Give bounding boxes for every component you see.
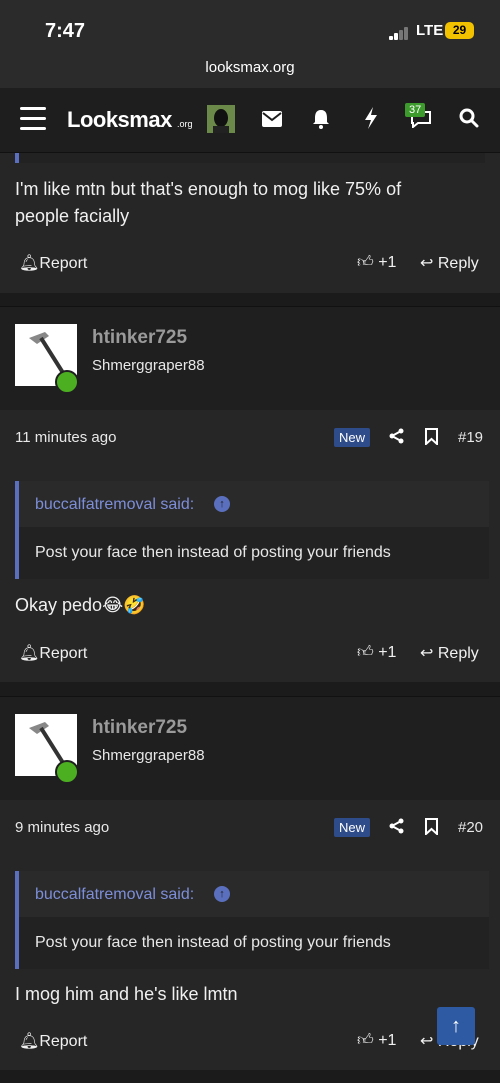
share-icon[interactable] — [389, 818, 405, 839]
site-logo-suffix: .org — [177, 119, 193, 129]
arrow-up-icon[interactable]: ↑ — [214, 496, 230, 512]
reply-button[interactable]: ↩ Reply — [420, 643, 479, 663]
bookmark-icon[interactable] — [425, 428, 438, 450]
hamburger-icon[interactable] — [20, 107, 46, 131]
notifications-badge: 37 — [405, 103, 426, 117]
quote-author[interactable]: buccalfatremoval said: — [35, 496, 194, 514]
scroll-top-icon[interactable]: ↑ — [437, 1007, 475, 1045]
site-logo[interactable]: Looksmax — [67, 107, 172, 133]
post-message: Okay pedo😂🤣 — [15, 592, 146, 619]
report-button[interactable]: 🔔︎Report — [19, 1031, 87, 1051]
bell-icon: 🔔︎ — [19, 645, 40, 662]
network-label: LTE — [416, 22, 444, 39]
thumbs-up-icon: 👍︎ — [357, 1032, 374, 1049]
arrow-up-icon[interactable]: ↑ — [214, 886, 230, 902]
quote-text: Post your face then instead of posting y… — [35, 544, 391, 561]
post-username[interactable]: htinker725 — [92, 327, 187, 349]
post-message-line: I'm like mtn but that's enough to mog li… — [15, 179, 402, 199]
online-indicator — [55, 760, 79, 784]
signal-icon — [389, 26, 411, 40]
post-number[interactable]: #19 — [458, 429, 483, 446]
new-badge: New — [334, 428, 371, 447]
post-message-line: people facially — [15, 206, 130, 226]
bookmark-icon[interactable] — [425, 818, 438, 840]
share-icon[interactable] — [389, 428, 405, 449]
mail-icon[interactable] — [262, 111, 282, 132]
post-timestamp[interactable]: 9 minutes ago — [15, 819, 109, 836]
post-number[interactable]: #20 — [458, 819, 483, 836]
bell-icon: 🔔︎ — [19, 1033, 40, 1050]
user-avatar[interactable] — [207, 105, 235, 138]
post-timestamp[interactable]: 11 minutes ago — [15, 429, 116, 446]
search-icon[interactable] — [459, 108, 479, 133]
thumbs-up-icon: 👍︎ — [357, 254, 374, 271]
reply-arrow-icon: ↩ — [420, 255, 434, 272]
bell-icon: 🔔︎ — [19, 255, 40, 272]
post-user-title: Shmerggraper88 — [92, 357, 205, 374]
battery-icon: 29 — [445, 22, 474, 39]
quote-block: buccalfatremoval said: ↑ Post your face … — [15, 871, 489, 969]
reply-arrow-icon: ↩ — [420, 645, 434, 662]
thumbs-up-icon: 👍︎ — [357, 644, 374, 661]
report-button[interactable]: 🔔︎Report — [19, 643, 87, 663]
quote-author[interactable]: buccalfatremoval said: — [35, 886, 194, 904]
like-button[interactable]: 👍︎ +1 — [357, 253, 396, 272]
post-user-title: Shmerggraper88 — [92, 747, 205, 764]
reply-button[interactable]: ↩ Reply — [420, 253, 479, 273]
quote-text: Post your face then instead of posting y… — [35, 934, 391, 951]
post-message-text: I mog him and he's like lmtn — [15, 984, 238, 1004]
status-bar: 7:47 LTE 29 looksmax.org — [0, 0, 500, 88]
post-username[interactable]: htinker725 — [92, 717, 187, 739]
address-bar[interactable]: looksmax.org — [0, 59, 500, 76]
quote-block: buccalfatremoval said: ↑ Post your face … — [15, 481, 489, 579]
status-time: 7:47 — [45, 20, 86, 42]
new-badge: New — [334, 818, 371, 837]
bell-icon[interactable] — [312, 109, 330, 134]
reply-arrow-icon: ↩ — [420, 1033, 434, 1050]
online-indicator — [55, 370, 79, 394]
like-button[interactable]: 👍︎ +1 — [357, 1031, 396, 1050]
post-message-text: Okay pedo — [15, 595, 103, 615]
emoji-icon: 😂🤣 — [102, 595, 146, 615]
bolt-icon[interactable] — [364, 107, 378, 134]
report-button[interactable]: 🔔︎Report — [19, 253, 87, 273]
like-button[interactable]: 👍︎ +1 — [357, 643, 396, 662]
